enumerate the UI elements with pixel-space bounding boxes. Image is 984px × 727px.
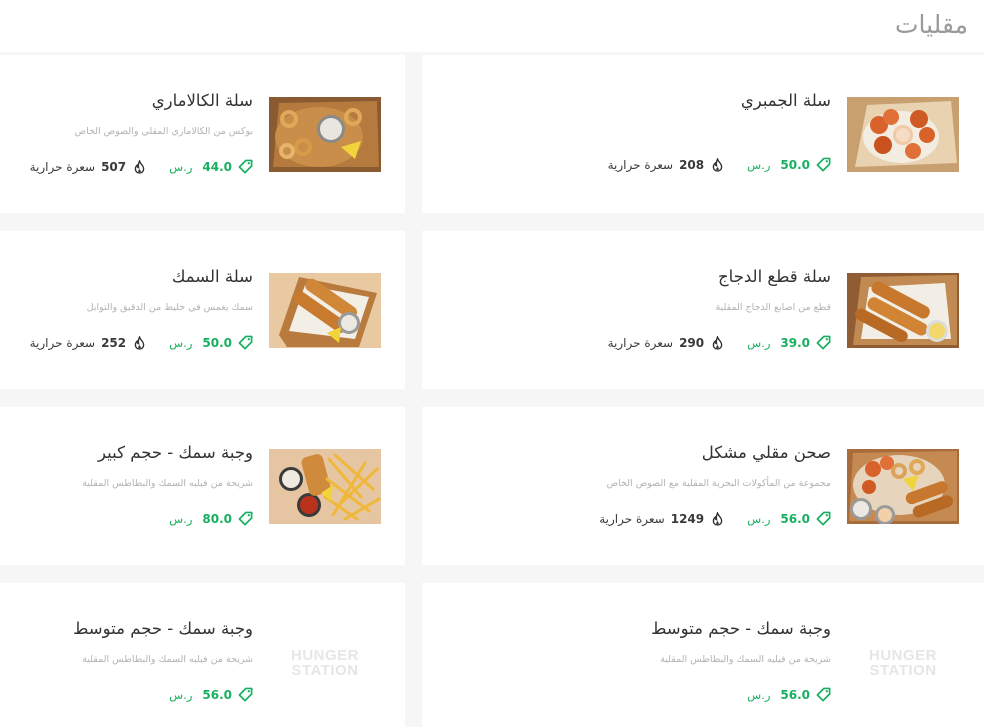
item-meta: 56.0 ر.س [169, 687, 253, 702]
calories: 290 سعرة حرارية [607, 335, 724, 350]
item-name: سلة الكالاماري [151, 91, 253, 110]
price-tag-icon [816, 157, 831, 172]
calories-value: 208 [679, 157, 705, 172]
price-tag-icon [816, 511, 831, 526]
item-meta: 50.0 ر.س 252 سعرة حرارية [30, 335, 253, 350]
price-value: 44.0 [202, 159, 232, 174]
price-currency: ر.س [747, 511, 771, 526]
price-tag-icon [816, 335, 831, 350]
item-meta: 39.0 ر.س 290 سعرة حرارية [608, 335, 831, 350]
price-tag-icon [238, 159, 253, 174]
price-value: 56.0 [780, 511, 810, 526]
placeholder-brand-line1: HUNGER [868, 646, 937, 664]
placeholder-brand-line1: HUNGER [290, 646, 359, 664]
menu-item-card[interactable]: وجبة سمك - حجم كبير شريحة من فيليه السمك… [0, 407, 405, 565]
price-tag-icon [238, 511, 253, 526]
price-value: 39.0 [780, 335, 810, 350]
menu-item-card[interactable]: سلة الجمبري 50.0 ر.س 208 سعرة حرارية [422, 55, 984, 213]
item-description: مجموعة من المأكولات البحرية المقلية مع ا… [606, 478, 831, 489]
price: 56.0 ر.س [169, 687, 253, 702]
placeholder-logo: HUNGER STATION [269, 625, 381, 700]
menu-item-card[interactable]: HUNGER STATION وجبة سمك - حجم متوسط شريح… [0, 583, 405, 727]
item-image [269, 449, 381, 524]
item-description: شريحة من فيليه السمك والبطاطس المقلية [82, 654, 253, 665]
item-name: سلة قطع الدجاج [718, 267, 831, 286]
item-name: وجبة سمك - حجم متوسط [73, 619, 253, 638]
menu-item-card[interactable]: سلة الكالاماري بوكس من الكالاماري المقلي… [0, 55, 405, 213]
flame-icon [134, 335, 145, 350]
price-currency: ر.س [169, 687, 193, 702]
item-name: سلة الجمبري [740, 91, 831, 110]
calories-value: 1249 [670, 511, 705, 526]
item-name: وجبة سمك - حجم كبير [98, 443, 253, 462]
price: 80.0 ر.س [169, 511, 253, 526]
item-name: وجبة سمك - حجم متوسط [651, 619, 831, 638]
menu-grid: سلة الجمبري 50.0 ر.س 208 سعرة حرارية سلة… [0, 0, 984, 727]
calories-value: 252 [101, 335, 127, 350]
menu-item-card[interactable]: صحن مقلي مشكل مجموعة من المأكولات البحري… [422, 407, 984, 565]
item-meta: 56.0 ر.س [747, 687, 831, 702]
price-currency: ر.س [169, 335, 193, 350]
item-name: صحن مقلي مشكل [701, 443, 831, 462]
item-description: شريحة من فيليه السمك والبطاطس المقلية [660, 654, 831, 665]
calories-unit: سعرة حرارية [599, 511, 665, 526]
calories-unit: سعرة حرارية [607, 157, 674, 172]
price: 56.0 ر.س [747, 511, 831, 526]
price: 44.0 ر.س [169, 159, 253, 174]
item-name: سلة السمك [171, 267, 253, 286]
item-image [847, 97, 959, 172]
menu-item-card[interactable]: سلة السمك سمك يغمس في خليط من الدقيق وال… [0, 231, 405, 389]
item-image [847, 449, 959, 524]
price: 50.0 ر.س [169, 335, 253, 350]
flame-icon [712, 511, 723, 526]
price-currency: ر.س [169, 159, 193, 174]
price-value: 56.0 [202, 687, 232, 702]
price-currency: ر.س [747, 335, 771, 350]
price-currency: ر.س [169, 511, 193, 526]
menu-item-card[interactable]: سلة قطع الدجاج قطع من اصابع الدجاج المقل… [422, 231, 984, 389]
item-image [269, 273, 381, 348]
price-value: 56.0 [780, 687, 810, 702]
price-currency: ر.س [747, 157, 771, 172]
calories: 507 سعرة حرارية [29, 159, 146, 174]
item-description: شريحة من فيليه السمك والبطاطس المقلية [82, 478, 253, 489]
price: 50.0 ر.س [747, 157, 831, 172]
item-description: سمك يغمس في خليط من الدقيق والتوابل [86, 302, 253, 313]
item-meta: 44.0 ر.س 507 سعرة حرارية [30, 159, 253, 174]
price-tag-icon [816, 687, 831, 702]
price: 39.0 ر.س [747, 335, 831, 350]
placeholder-brand-line2: STATION [869, 661, 937, 679]
item-meta: 50.0 ر.س 208 سعرة حرارية [608, 157, 831, 172]
flame-icon [712, 157, 723, 172]
calories-value: 507 [101, 159, 127, 174]
calories: 252 سعرة حرارية [29, 335, 146, 350]
calories-unit: سعرة حرارية [29, 335, 96, 350]
price-value: 80.0 [202, 511, 232, 526]
item-description: قطع من اصابع الدجاج المقلية [715, 302, 831, 313]
calories: 208 سعرة حرارية [607, 157, 724, 172]
price: 56.0 ر.س [747, 687, 831, 702]
calories: 1249 سعرة حرارية [599, 511, 723, 526]
flame-icon [134, 159, 145, 174]
calories-value: 290 [679, 335, 705, 350]
price-tag-icon [238, 687, 253, 702]
placeholder-logo: HUNGER STATION [847, 625, 959, 700]
flame-icon [712, 335, 723, 350]
calories-unit: سعرة حرارية [607, 335, 674, 350]
item-meta: 56.0 ر.س 1249 سعرة حرارية [599, 511, 831, 526]
price-value: 50.0 [202, 335, 232, 350]
price-currency: ر.س [747, 687, 771, 702]
calories-unit: سعرة حرارية [29, 159, 96, 174]
price-value: 50.0 [780, 157, 810, 172]
item-meta: 80.0 ر.س [169, 511, 253, 526]
item-description: بوكس من الكالاماري المقلي والصوص الخاص [74, 126, 253, 137]
placeholder-brand-line2: STATION [291, 661, 359, 679]
item-image [269, 97, 381, 172]
item-image [847, 273, 959, 348]
price-tag-icon [238, 335, 253, 350]
menu-item-card[interactable]: HUNGER STATION وجبة سمك - حجم متوسط شريح… [422, 583, 984, 727]
